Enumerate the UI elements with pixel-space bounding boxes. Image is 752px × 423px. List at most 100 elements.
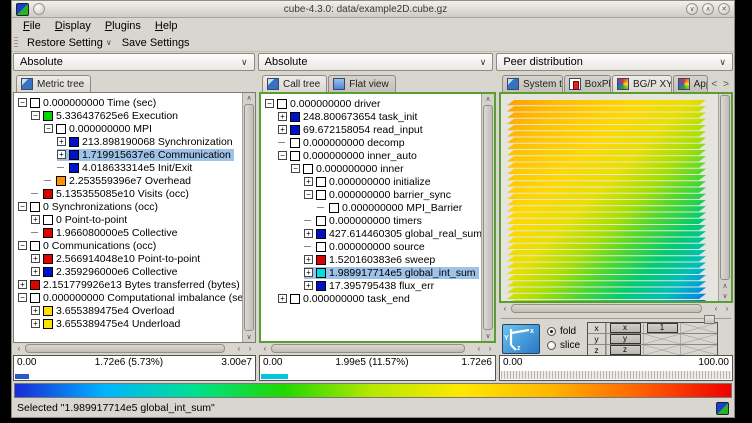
collapse-icon[interactable]: − [291,164,300,173]
topology-layers[interactable] [503,98,711,303]
tree-row[interactable]: +0 Point-to-point [18,213,241,226]
tree-row[interactable]: 4.018633314e5 Init/Exit [18,161,241,174]
tree-row[interactable]: 0.000000000 MPI_Barrier [265,201,480,214]
expand-icon[interactable]: + [31,306,40,315]
scroll-left-icon[interactable]: ‹ [711,304,721,313]
tree-row[interactable]: +2.359296000e6 Collective [18,265,241,278]
tree-row[interactable]: −5.336437625e6 Execution [18,109,241,122]
menu-help[interactable]: Help [148,20,185,32]
collapse-icon[interactable]: − [18,98,27,107]
window-menu-icon[interactable] [33,3,45,15]
restore-setting-button[interactable]: Restore Setting ∨ [23,37,116,49]
expand-icon[interactable]: + [57,137,66,146]
metric-vertical-scrollbar[interactable]: ∧ ∨ [242,93,255,342]
tree-row[interactable]: +0.000000000 initialize [265,175,480,188]
scrollbar-track[interactable] [25,344,233,353]
scrollbar-thumb[interactable] [483,105,493,330]
scroll-left-icon[interactable]: ‹ [234,344,244,353]
scrollbar-thumb[interactable] [25,344,225,353]
scroll-right-icon[interactable]: › [245,344,255,353]
tree-row[interactable]: +1.989917714e5 global_int_sum [265,266,480,279]
call-mode-combobox[interactable]: Absolute ∨ [258,53,494,71]
dimension-button-y[interactable]: y [610,334,641,344]
tab-flat-view[interactable]: Flat view [328,75,395,92]
tree-row[interactable]: 0.000000000 source [265,240,480,253]
scrollbar-thumb[interactable] [511,304,702,313]
tab-scroll-right-icon[interactable]: > [721,79,731,90]
metric-horizontal-scrollbar[interactable]: ‹ ‹ › [13,343,256,354]
scrollbar-track[interactable] [271,344,473,353]
expand-icon[interactable]: + [304,281,313,290]
tab-call-tree[interactable]: Call tree [262,75,327,92]
dimension-button-1[interactable]: 1 [647,323,678,333]
scroll-down-icon[interactable]: ∨ [485,331,490,341]
scroll-down-icon[interactable]: ∨ [722,291,727,301]
tree-row[interactable]: +2.151779926e13 Bytes transferred (bytes… [18,278,241,291]
plot-horizontal-scrollbar[interactable]: ‹ ‹ › [499,303,733,314]
collapse-icon[interactable]: − [304,190,313,199]
dimension-button-z[interactable]: z [610,345,641,355]
tree-row[interactable]: −0.000000000 barrier_sync [265,188,480,201]
dimension-button-x[interactable]: x [610,323,641,333]
tab-app[interactable]: App [673,75,709,92]
tree-row[interactable]: −0 Synchronizations (occ) [18,200,241,213]
menu-file[interactable]: File [16,20,48,32]
scroll-down-icon[interactable]: ∨ [246,332,251,342]
metric-tree-view[interactable]: −0.000000000 Time (sec)−5.336437625e6 Ex… [13,92,256,343]
tree-row[interactable]: +248.800673654 task_init [265,110,480,123]
tree-row[interactable]: 5.135355085e10 Visits (occ) [18,187,241,200]
scroll-up-icon[interactable]: ∧ [722,281,727,291]
expand-icon[interactable]: + [304,229,313,238]
collapse-icon[interactable]: − [18,241,27,250]
axes-3d-icon[interactable]: xYz [502,324,540,354]
minimize-button[interactable]: ∨ [686,3,698,15]
tree-row[interactable]: +2.566914048e10 Point-to-point [18,252,241,265]
tree-row[interactable]: +213.898190068 Synchronization [18,135,241,148]
zoom-slider[interactable] [499,314,733,323]
tree-row[interactable]: −0.000000000 inner_auto [265,149,480,162]
tree-row[interactable]: −0.000000000 MPI [18,122,241,135]
collapse-icon[interactable]: − [265,99,274,108]
tab-system-tree[interactable]: System tree [502,75,563,92]
tree-row[interactable]: +3.655389475e4 Overload [18,304,241,317]
system-mode-combobox[interactable]: Peer distribution ∨ [496,53,733,71]
slice-radio[interactable]: slice [547,340,580,351]
scroll-up-icon[interactable]: ∧ [485,94,490,104]
call-tree-view[interactable]: −0.000000000 driver+248.800673654 task_i… [259,92,496,343]
scroll-up-icon[interactable]: ∧ [246,93,251,103]
expand-icon[interactable]: + [278,125,287,134]
expand-icon[interactable]: + [31,319,40,328]
close-button[interactable]: ✕ [718,3,730,15]
expand-icon[interactable]: + [31,215,40,224]
collapse-icon[interactable]: − [278,151,287,160]
tree-row[interactable]: +427.614460305 global_real_sum [265,227,480,240]
save-settings-button[interactable]: Save Settings [118,37,194,49]
tree-row[interactable]: −0.000000000 Time (sec) [18,96,241,109]
collapse-icon[interactable]: − [18,202,27,211]
tree-row[interactable]: 0.000000000 decomp [265,136,480,149]
tree-row[interactable]: +69.672158054 read_input [265,123,480,136]
maximize-button[interactable]: ∧ [702,3,714,15]
tab-scroll-left-icon[interactable]: < [709,79,719,90]
expand-icon[interactable]: + [18,280,27,289]
expand-icon[interactable]: + [278,112,287,121]
expand-icon[interactable]: + [304,177,313,186]
expand-icon[interactable]: + [57,150,66,159]
toolbar-handle[interactable] [14,37,18,49]
expand-icon[interactable]: + [304,268,313,277]
call-horizontal-scrollbar[interactable]: ‹ ‹ › [259,343,496,354]
tree-row[interactable]: −0.000000000 driver [265,97,480,110]
topology-plot[interactable]: ∧ ∨ [499,92,733,303]
tab-boxplot[interactable]: BoxPlot [564,75,611,92]
expand-icon[interactable]: + [304,255,313,264]
scrollbar-track[interactable] [511,304,710,313]
metric-mode-combobox[interactable]: Absolute ∨ [13,53,255,71]
tree-row[interactable]: +3.655389475e4 Underload [18,317,241,330]
scrollbar-thumb[interactable] [720,95,730,280]
slider-handle[interactable] [704,315,715,324]
scroll-left-icon[interactable]: ‹ [500,304,510,313]
collapse-icon[interactable]: − [44,124,53,133]
scrollbar-thumb[interactable] [271,344,465,353]
scroll-right-icon[interactable]: › [722,304,732,313]
scroll-left-icon[interactable]: ‹ [474,344,484,353]
